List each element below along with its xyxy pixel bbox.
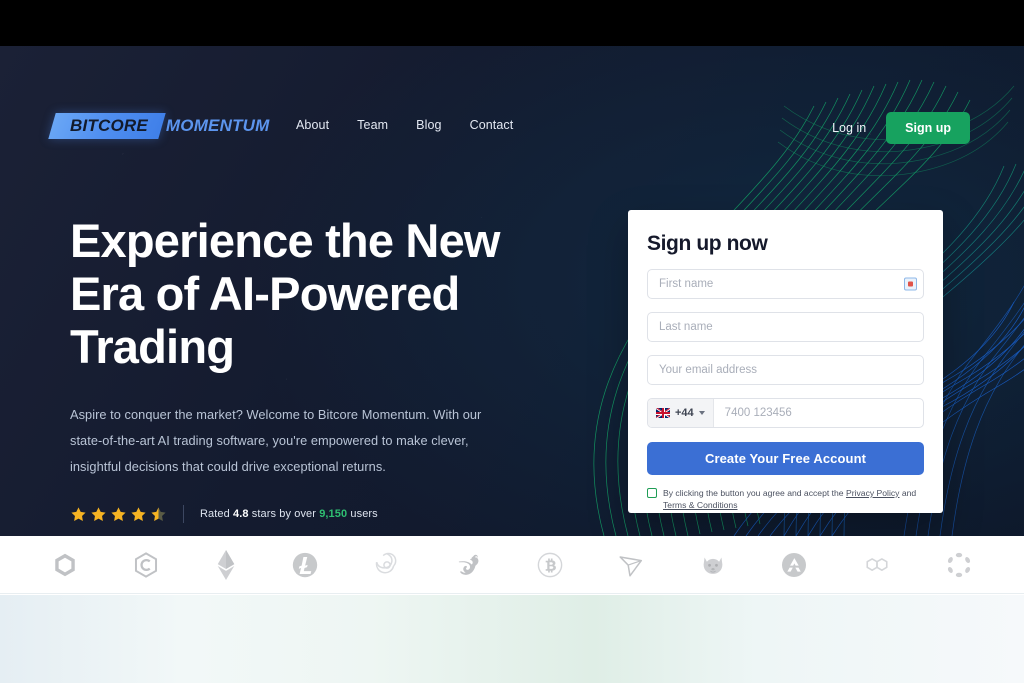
rating-suffix: users [347, 508, 378, 521]
page-title: Experience the New Era of AI-Powered Tra… [70, 214, 550, 373]
email-field[interactable] [647, 355, 924, 385]
create-account-button[interactable]: Create Your Free Account [647, 442, 924, 475]
header-actions: Log in Sign up [832, 112, 970, 144]
autofill-icon[interactable] [904, 277, 917, 291]
first-name-input[interactable] [648, 278, 923, 290]
terms-checkbox[interactable] [647, 488, 657, 498]
shiba-inu-icon [698, 550, 728, 580]
terms-text: By clicking the button you agree and acc… [663, 487, 924, 512]
chiliz-icon [131, 550, 161, 580]
phone-input[interactable] [713, 399, 923, 427]
signup-card-title: Sign up now [647, 232, 768, 255]
nav-link-about[interactable]: About [296, 118, 329, 132]
rating-prefix: Rated [200, 508, 234, 521]
terms-text-middle: and [899, 488, 917, 498]
page-root: Experience the New Era of AI-Powered Tra… [0, 0, 1024, 683]
hero-subcopy: Aspire to conquer the market? Welcome to… [70, 402, 485, 479]
headline-line-1: Experience the New [70, 214, 500, 267]
crypto-logos-strip [0, 536, 1024, 594]
rating-label: Rated 4.8 stars by over 9,150 users [200, 508, 378, 520]
signup-button[interactable]: Sign up [886, 112, 970, 144]
primary-nav: About Team Blog Contact [296, 118, 513, 132]
star-icon [91, 507, 106, 521]
brand-logo[interactable]: BITCORE MOMENTUM [48, 112, 270, 140]
phone-field[interactable]: +44 [647, 398, 924, 428]
uniswap-icon [453, 550, 483, 580]
nav-link-blog[interactable]: Blog [416, 118, 441, 132]
site-header: BITCORE MOMENTUM About Team Blog Contact… [0, 46, 1024, 144]
litecoin-icon [290, 550, 320, 580]
rating-user-count: 9,150 [319, 508, 348, 521]
star-icon [71, 507, 86, 521]
page-bottom-gradient-band [0, 595, 1024, 683]
chainlink-icon [50, 550, 80, 580]
terms-conditions-link[interactable]: Terms & Conditions [663, 500, 738, 510]
star-rating [70, 506, 167, 523]
ethereum-icon [213, 549, 239, 580]
logo-word: MOMENTUM [165, 116, 270, 135]
rating-divider [183, 505, 184, 524]
terms-text-before: By clicking the button you agree and acc… [663, 488, 846, 498]
star-half-icon [151, 507, 166, 521]
polygon-icon [861, 550, 893, 580]
terms-consent-row: By clicking the button you agree and acc… [647, 487, 924, 512]
star-icon [111, 507, 126, 521]
country-code-selector[interactable]: +44 [648, 399, 714, 427]
tron-icon [616, 550, 646, 580]
rating-score: 4.8 [233, 508, 249, 521]
chevron-down-icon [698, 411, 705, 415]
headline-line-3: Trading [70, 320, 235, 374]
logo-plate: BITCORE [48, 113, 166, 139]
hero-content: Experience the New Era of AI-Powered Tra… [70, 214, 550, 524]
nav-link-contact[interactable]: Contact [470, 118, 514, 132]
hero-paragraph: Aspire to conquer the market? Welcome to… [70, 407, 482, 474]
logo-plate-text: BITCORE [70, 116, 148, 135]
star-icon [131, 507, 146, 521]
nav-link-team[interactable]: Team [357, 118, 388, 132]
last-name-input[interactable] [648, 321, 923, 333]
last-name-field[interactable] [647, 312, 924, 342]
avalanche-icon [779, 550, 809, 580]
email-input[interactable] [648, 364, 923, 376]
rating-row: Rated 4.8 stars by over 9,150 users [70, 505, 550, 524]
rating-middle: stars by over [248, 508, 320, 521]
login-link[interactable]: Log in [832, 121, 866, 135]
polkadot-icon [944, 550, 974, 580]
signup-card: Sign up now +44 [628, 210, 943, 513]
headline-line-2: Era of AI-Powered [70, 267, 460, 321]
privacy-policy-link[interactable]: Privacy Policy [846, 488, 899, 498]
first-name-field[interactable] [647, 269, 924, 299]
country-code-label: +44 [675, 407, 694, 419]
browser-top-bar [0, 0, 1024, 46]
gb-flag-icon [656, 408, 670, 418]
render-icon [372, 550, 402, 580]
bitcoin-icon [535, 550, 565, 580]
